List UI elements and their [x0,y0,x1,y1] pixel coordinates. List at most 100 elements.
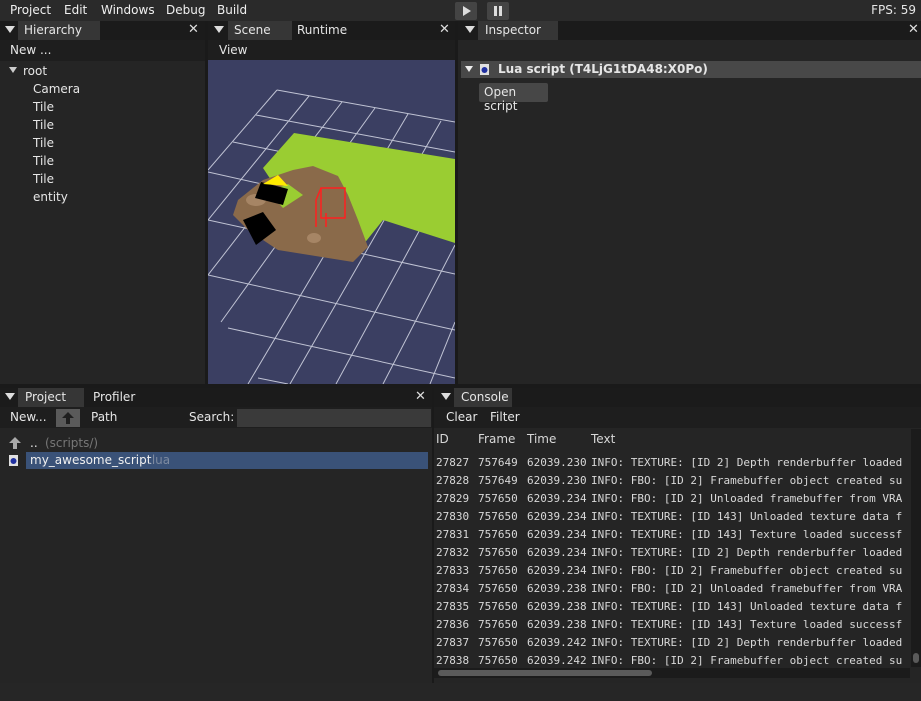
log-time: 62039.234 [527,564,587,577]
console-vertical-scrollbar[interactable] [911,429,921,667]
tab-inspector[interactable]: Inspector [478,21,558,40]
project-new-button[interactable]: New... [10,410,47,424]
log-text: INFO: FBO: [ID 2] Framebuffer object cre… [591,564,903,577]
triangle-down-icon[interactable] [214,26,224,33]
scrollbar-thumb[interactable] [438,670,652,676]
triangle-down-icon[interactable] [5,26,15,33]
parent-dir-name[interactable]: .. [30,436,38,450]
log-time: 62039.242 [527,654,587,667]
log-time: 62039.242 [527,636,587,649]
log-row[interactable]: 27837 757650 62039.242 INFO: TEXTURE: [ID 2… [434,634,910,652]
log-row[interactable]: 27838 757650 62039.242 INFO: FBO: [ID 2] Fr… [434,652,910,668]
log-text: INFO: TEXTURE: [ID 2] Depth renderbuffer… [591,636,903,649]
triangle-down-icon[interactable] [465,66,473,72]
hierarchy-new-button[interactable]: New ... [10,43,51,57]
scene-toolbar: View [208,40,455,61]
log-frame: 757650 [478,492,518,505]
menu-build[interactable]: Build [217,3,247,17]
open-script-button[interactable]: Open script [479,83,548,113]
column-header-frame[interactable]: Frame [478,432,515,446]
scene-tabbar: Scene Runtime ✕ [208,21,455,40]
log-row[interactable]: 27836 757650 62039.238 INFO: TEXTURE: [ID 1… [434,616,910,634]
close-icon[interactable]: ✕ [188,22,199,37]
tree-item-tile[interactable]: Tile [33,100,54,114]
tab-console[interactable]: Console [454,388,512,407]
close-icon[interactable]: ✕ [439,22,450,37]
log-id: 27834 [436,582,470,595]
log-id: 27838 [436,654,470,667]
log-time: 62039.234 [527,510,587,523]
search-input[interactable] [237,409,431,427]
log-text: INFO: FBO: [ID 2] Framebuffer object cre… [591,654,903,667]
tree-item-entity[interactable]: entity [33,190,68,204]
log-frame: 757650 [478,528,518,541]
menu-windows[interactable]: Windows [101,3,155,17]
log-time: 62039.234 [527,492,587,505]
console-clear-button[interactable]: Clear [446,410,477,424]
log-row[interactable]: 27832 757650 62039.234 INFO: TEXTURE: [ID 2… [434,544,910,562]
menu-debug[interactable]: Debug [166,3,205,17]
tree-item-tile[interactable]: Tile [33,118,54,132]
log-row[interactable]: 27833 757650 62039.234 INFO: FBO: [ID 2] Fr… [434,562,910,580]
file-row-selected[interactable]: my_awesome_script .lua [26,452,428,469]
triangle-down-icon[interactable] [441,393,451,400]
file-name: my_awesome_script [30,453,152,467]
log-time: 62039.230 [527,456,587,469]
tab-runtime[interactable]: Runtime [297,21,367,40]
log-row[interactable]: 27829 757650 62039.234 INFO: FBO: [ID 2] Un… [434,490,910,508]
lua-script-component-header[interactable]: Lua script (T4LjG1tDA48:X0Po) [461,61,921,78]
path-up-button[interactable] [56,409,80,427]
log-text: INFO: TEXTURE: [ID 143] Unloaded texture… [591,510,903,523]
scene-viewport[interactable] [208,60,455,384]
tree-item-tile[interactable]: Tile [33,136,54,150]
log-frame: 757649 [478,474,518,487]
fps-counter: FPS: 59 [871,3,916,17]
play-icon [463,6,471,16]
log-frame: 757650 [478,654,518,667]
log-text: INFO: FBO: [ID 2] Unloaded framebuffer f… [591,582,903,595]
file-extension: .lua [148,453,171,467]
log-row[interactable]: 27831 757650 62039.234 INFO: TEXTURE: [ID 1… [434,526,910,544]
tab-profiler[interactable]: Profiler [93,388,153,407]
tree-item-camera[interactable]: Camera [33,82,80,96]
log-row[interactable]: 27835 757650 62039.238 INFO: TEXTURE: [ID 1… [434,598,910,616]
triangle-down-icon[interactable] [5,393,15,400]
log-id: 27835 [436,600,470,613]
log-id: 27829 [436,492,470,505]
console-horizontal-scrollbar[interactable] [434,668,910,678]
menu-project[interactable]: Project [10,3,51,17]
close-icon[interactable]: ✕ [908,22,919,37]
column-header-time[interactable]: Time [527,432,556,446]
log-row[interactable]: 27834 757650 62039.238 INFO: FBO: [ID 2] Un… [434,580,910,598]
log-row[interactable]: 27828 757649 62039.230 INFO: FBO: [ID 2] Fr… [434,472,910,490]
tree-item-tile[interactable]: Tile [33,154,54,168]
console-filter-button[interactable]: Filter [490,410,520,424]
tree-expand-icon[interactable] [9,67,17,73]
hierarchy-tabbar: Hierarchy ✕ [0,21,205,40]
log-row[interactable]: 27827 757649 62039.230 INFO: TEXTURE: [ID 2… [434,454,910,472]
log-id: 27827 [436,456,470,469]
log-time: 62039.238 [527,582,587,595]
log-id: 27828 [436,474,470,487]
tree-item-root[interactable]: root [23,64,47,78]
play-button[interactable] [455,2,477,20]
column-header-text[interactable]: Text [591,432,615,446]
tab-project[interactable]: Project [18,388,84,407]
scrollbar-thumb[interactable] [913,653,919,663]
log-row[interactable]: 27830 757650 62039.234 INFO: TEXTURE: [ID 1… [434,508,910,526]
scene-view-menu[interactable]: View [219,43,247,57]
triangle-down-icon[interactable] [465,26,475,33]
close-icon[interactable]: ✕ [415,389,426,404]
menu-edit[interactable]: Edit [64,3,87,17]
parent-dir-hint: (scripts/) [45,436,99,450]
console-log[interactable]: 27827 757649 62039.230 INFO: TEXTURE: [ID 2… [434,446,910,668]
arrow-up-icon [62,412,74,424]
tab-scene[interactable]: Scene [228,21,292,40]
tree-item-tile[interactable]: Tile [33,172,54,186]
log-id: 27831 [436,528,470,541]
pause-button[interactable] [487,2,509,20]
tab-hierarchy[interactable]: Hierarchy [18,21,100,40]
arrow-up-icon [9,437,21,449]
log-id: 27836 [436,618,470,631]
column-header-id[interactable]: ID [436,432,449,446]
